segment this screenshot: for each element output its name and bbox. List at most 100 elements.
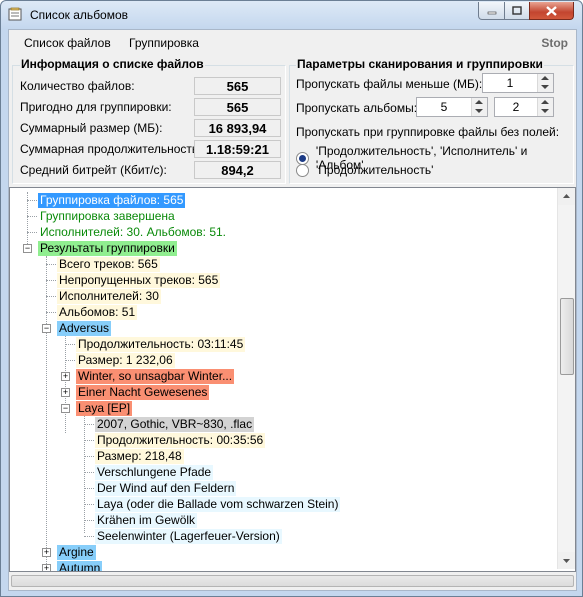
tree-node[interactable]: Seelenwinter (Lagerfeuer-Version) [95, 529, 282, 544]
tree-node[interactable]: Einer Nacht Gewesenes [76, 385, 210, 400]
app-window: Список альбомов Список файлов Группировк… [0, 0, 583, 597]
tree-node[interactable]: Winter, so unsagbar Winter... [76, 369, 235, 384]
tree-line [46, 312, 56, 313]
params-section-title: Параметры сканирования и группировки [296, 57, 544, 71]
title-bar[interactable]: Список альбомов [1, 1, 582, 29]
tree-line [84, 536, 94, 537]
tree-node[interactable]: Альбомов: 51 [57, 305, 138, 320]
arrow-down-icon[interactable] [541, 109, 549, 113]
expand-icon[interactable]: + [42, 564, 51, 571]
tree-line [27, 232, 37, 233]
info-value: 16 893,94 [194, 119, 281, 137]
scrollbar-thumb[interactable] [560, 298, 574, 375]
tree-node[interactable]: Autumn [57, 561, 103, 571]
tree-node[interactable]: Результаты группировки [38, 241, 177, 256]
collapse-icon[interactable]: − [23, 244, 32, 253]
tree-node[interactable]: Группировка файлов: 565 [38, 193, 186, 208]
tree-node[interactable]: Размер: 1 232,06 [76, 353, 175, 368]
radio-label[interactable]: 'Продолжительность' [316, 163, 433, 177]
tree-node[interactable]: Laya [EP] [76, 401, 133, 416]
tree-node[interactable]: Adversus [57, 321, 112, 336]
radio-option-duration[interactable]: 'Продолжительность' [296, 163, 433, 177]
skip-files-label: Пропускать файлы меньше (МБ): [296, 77, 483, 91]
spinner-arrows[interactable] [537, 74, 553, 92]
tree-line [84, 488, 94, 489]
tree-line [84, 472, 94, 473]
tree-node[interactable]: Размер: 218,48 [95, 449, 184, 464]
skip-albums-spinner-1[interactable]: 5 [416, 97, 488, 117]
tree-line [27, 216, 37, 217]
arrow-down-icon[interactable] [541, 85, 549, 89]
skip-albums-value-2[interactable]: 2 [495, 100, 537, 114]
progress-bar [11, 575, 574, 587]
info-value: 565 [194, 98, 281, 116]
maximize-icon [512, 6, 522, 15]
tree-node[interactable]: Исполнителей: 30 [57, 289, 161, 304]
info-section-title: Информация о списке файлов [20, 57, 205, 71]
expand-icon[interactable]: + [61, 388, 70, 397]
tree-node[interactable]: Laya (oder die Ballade vom schwarzen Ste… [95, 497, 341, 512]
tree-node[interactable]: Группировка завершена [38, 209, 177, 224]
tree-line [84, 456, 94, 457]
arrow-up-icon[interactable] [475, 100, 483, 104]
minimize-button[interactable] [478, 2, 505, 20]
arrow-up-icon [563, 194, 570, 198]
radio-unchecked-icon[interactable] [296, 163, 309, 177]
tree-line [84, 520, 94, 521]
scroll-up-button[interactable] [558, 188, 575, 205]
skip-albums-value-1[interactable]: 5 [417, 100, 471, 114]
album-tree[interactable]: − − + + + + − Группировка файлов: 565 Гр… [9, 187, 576, 572]
tree-line [46, 264, 56, 265]
arrow-up-icon[interactable] [541, 76, 549, 80]
menu-bar: Список файлов Группировка Stop [9, 30, 576, 52]
close-icon [546, 5, 557, 16]
collapse-icon[interactable]: − [61, 404, 70, 413]
info-value: 894,2 [194, 161, 281, 179]
tree-line [46, 256, 47, 568]
skip-albums-spinner-2[interactable]: 2 [494, 97, 554, 117]
tree-line [65, 360, 75, 361]
spinner-arrows[interactable] [471, 98, 487, 116]
tree-line [46, 280, 56, 281]
tree-node[interactable]: Krähen im Gewölk [95, 513, 198, 528]
tree-node[interactable]: Verschlungene Pfade [95, 465, 214, 480]
tree-node[interactable]: Argine [57, 545, 96, 560]
expand-icon[interactable]: + [42, 548, 51, 557]
stop-button[interactable]: Stop [541, 36, 568, 50]
info-label: Суммарный размер (МБ): [20, 121, 163, 135]
tree-node[interactable]: Исполнителей: 30. Альбомов: 51. [38, 225, 228, 240]
close-button[interactable] [529, 2, 574, 20]
expand-icon[interactable]: + [61, 372, 70, 381]
arrow-down-icon [563, 559, 570, 563]
tree-node[interactable]: Всего треков: 565 [57, 257, 160, 272]
menu-grouping[interactable]: Группировка [129, 36, 199, 50]
info-value: 1.18:59:21 [194, 140, 281, 158]
arrow-down-icon[interactable] [475, 109, 483, 113]
tree-line [84, 424, 94, 425]
skip-files-value[interactable]: 1 [483, 76, 537, 90]
info-label: Средний битрейт (Кбит/с): [20, 163, 167, 177]
tree-scrollbar[interactable] [557, 188, 575, 569]
scroll-down-button[interactable] [558, 552, 575, 569]
skip-albums-label: Пропускать альбомы: [296, 101, 418, 115]
tree-node[interactable]: Продолжительность: 03:11:45 [76, 337, 246, 352]
skip-files-spinner[interactable]: 1 [482, 73, 554, 93]
arrow-up-icon[interactable] [541, 100, 549, 104]
window-title: Список альбомов [30, 8, 129, 22]
tree-line [65, 344, 75, 345]
maximize-button[interactable] [504, 2, 530, 20]
info-label: Количество файлов: [20, 79, 135, 93]
info-value: 565 [194, 77, 281, 95]
skip-nofields-label: Пропускать при группировке файлы без пол… [296, 125, 560, 139]
tree-line [27, 200, 37, 201]
app-icon [8, 7, 22, 21]
tree-node[interactable]: Непропущенных треков: 565 [57, 273, 221, 288]
tree-node[interactable]: Продолжительность: 00:35:56 [95, 433, 266, 448]
menu-files[interactable]: Список файлов [24, 36, 111, 50]
collapse-icon[interactable]: − [42, 324, 51, 333]
spinner-arrows[interactable] [537, 98, 553, 116]
tree-node[interactable]: 2007, Gothic, VBR~830, .flac [95, 417, 255, 432]
info-label: Пригодно для группировки: [20, 100, 172, 114]
tree-line [84, 504, 94, 505]
tree-node[interactable]: Der Wind auf den Feldern [95, 481, 237, 496]
